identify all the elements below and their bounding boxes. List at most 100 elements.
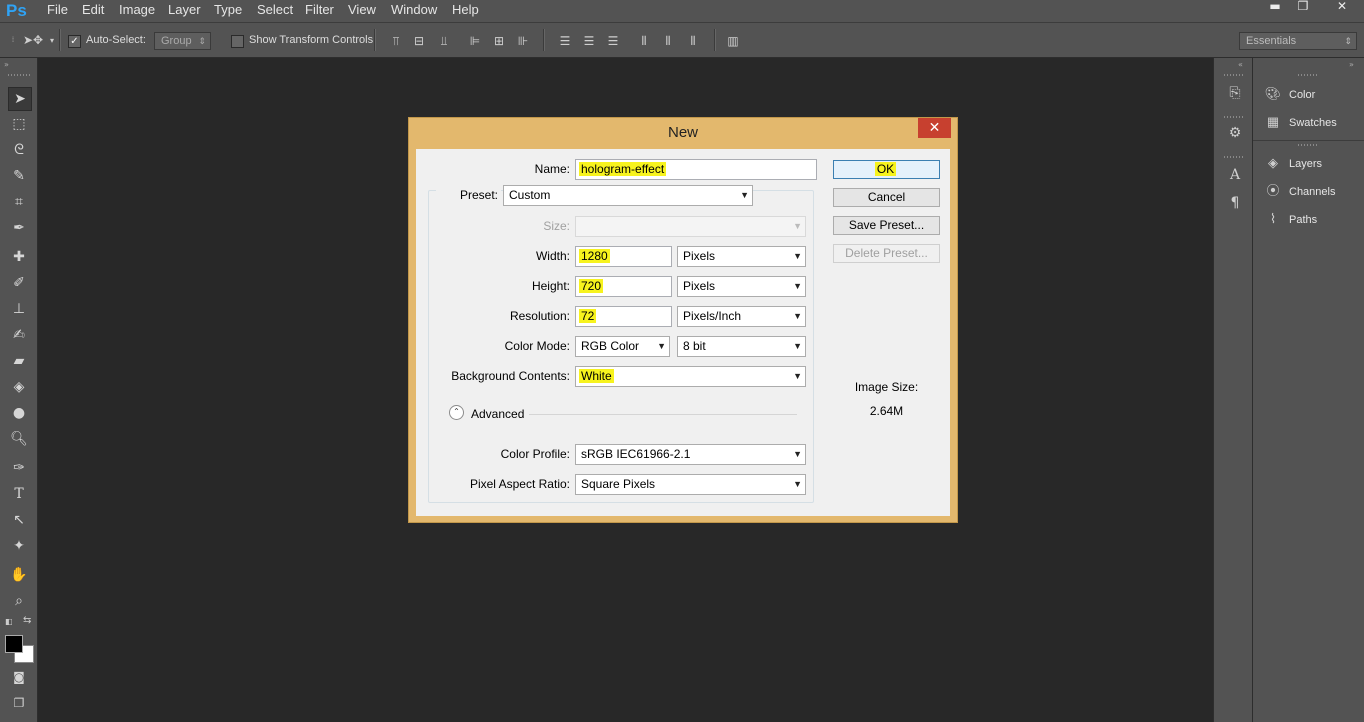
window-close-icon[interactable]: ✕ <box>1325 0 1359 14</box>
menu-layer[interactable]: Layer <box>168 0 201 22</box>
quick-selection-tool-icon[interactable]: ✎ <box>8 165 30 187</box>
auto-align-layers-icon[interactable]: ▥ <box>726 34 740 48</box>
properties-panel-icon[interactable]: ⚙ <box>1226 124 1244 142</box>
pen-tool-icon[interactable]: ✑ <box>8 457 30 479</box>
background-contents-label: Background Contents: <box>451 369 570 383</box>
chevron-down-icon: ▼ <box>657 341 666 351</box>
collapse-icon[interactable]: « <box>1238 60 1243 69</box>
resolution-field[interactable]: 72 <box>575 306 672 327</box>
panel-channels[interactable]: ⦿ Channels <box>1263 180 1335 202</box>
healing-brush-tool-icon[interactable]: ✚ <box>8 246 30 268</box>
panel-paths[interactable]: ⌇ Paths <box>1263 208 1317 230</box>
move-tool-preset-icon[interactable]: ➤✥ <box>22 33 44 47</box>
menu-file[interactable]: File <box>47 0 68 22</box>
color-mode-select[interactable]: RGB Color ▼ <box>575 336 670 357</box>
eyedropper-tool-icon[interactable]: ✒ <box>8 217 30 239</box>
pixel-aspect-select[interactable]: Square Pixels ▼ <box>575 474 806 495</box>
dialog-close-button[interactable]: ✕ <box>918 118 951 138</box>
width-label: Width: <box>535 249 570 263</box>
menu-select[interactable]: Select <box>257 0 293 22</box>
preset-select[interactable]: Custom ▼ <box>503 185 753 206</box>
type-tool-icon[interactable]: T <box>8 483 30 505</box>
paragraph-panel-icon[interactable]: ¶ <box>1226 194 1244 212</box>
new-document-dialog: New ✕ Name: hologram-effect Preset: Cust… <box>408 117 958 523</box>
distribute-left-icon[interactable]: ⦀ <box>637 34 651 48</box>
panel-grip <box>1298 74 1318 76</box>
size-label: Size: <box>543 219 570 233</box>
width-field[interactable]: 1280 <box>575 246 672 267</box>
chevron-down-icon: ▼ <box>793 311 802 321</box>
collapse-icon[interactable]: » <box>4 60 9 69</box>
history-panel-icon[interactable]: ⎘ <box>1226 84 1244 102</box>
advanced-toggle-icon[interactable]: ⌃ <box>449 405 464 420</box>
height-field[interactable]: 720 <box>575 276 672 297</box>
name-field[interactable]: hologram-effect <box>575 159 817 180</box>
align-top-edges-icon[interactable]: ⫪ <box>389 34 403 48</box>
lasso-tool-icon[interactable]: ᘓ <box>8 139 30 161</box>
crop-tool-icon[interactable]: ⌗ <box>8 191 30 213</box>
resolution-unit-select[interactable]: Pixels/Inch ▼ <box>677 306 806 327</box>
distribute-hcenter-icon[interactable]: ⦀ <box>661 34 675 48</box>
zoom-tool-icon[interactable]: ⌕ <box>8 590 30 612</box>
align-bottom-edges-icon[interactable]: ⫫ <box>437 34 451 48</box>
align-vertical-centers-icon[interactable]: ⊟ <box>412 34 426 48</box>
auto-select-label: Auto-Select: <box>86 34 146 46</box>
panel-layers[interactable]: ◈ Layers <box>1263 152 1322 174</box>
bit-depth-select[interactable]: 8 bit ▼ <box>677 336 806 357</box>
brush-tool-icon[interactable]: ✐ <box>8 272 30 294</box>
auto-select-checkbox[interactable]: ✓ <box>68 35 81 48</box>
color-profile-select[interactable]: sRGB IEC61966-2.1 ▼ <box>575 444 806 465</box>
move-tool-icon[interactable]: ➤ <box>8 87 32 111</box>
width-unit-select[interactable]: Pixels ▼ <box>677 246 806 267</box>
show-transform-checkbox[interactable] <box>231 35 244 48</box>
menu-type[interactable]: Type <box>214 0 242 22</box>
panel-swatches[interactable]: ▦ Swatches <box>1263 111 1337 133</box>
menu-filter[interactable]: Filter <box>305 0 334 22</box>
quick-mask-icon[interactable]: ◙ <box>8 666 30 688</box>
menu-help[interactable]: Help <box>452 0 479 22</box>
custom-shape-tool-icon[interactable]: ✦ <box>8 535 30 557</box>
swap-colors-icon[interactable]: ⇆ <box>23 615 31 626</box>
layers-icon: ◈ <box>1268 155 1278 170</box>
align-left-edges-icon[interactable]: ⊫ <box>468 34 482 48</box>
ok-button[interactable]: OK <box>833 160 940 179</box>
dodge-tool-icon[interactable]: 🔍︎ <box>8 428 30 450</box>
chevron-down-icon[interactable]: ▾ <box>45 34 59 48</box>
distribute-top-icon[interactable]: ☰ <box>558 34 572 48</box>
character-panel-icon[interactable]: A <box>1226 166 1244 184</box>
foreground-color-swatch[interactable] <box>5 635 23 653</box>
menu-window[interactable]: Window <box>391 0 437 22</box>
panels-column: » 🎨︎ Color ▦ Swatches ◈ Layers ⦿ Channels ⌇ P… <box>1253 58 1364 722</box>
photoshop-logo: Ps <box>6 1 27 20</box>
menu-view[interactable]: View <box>348 0 376 22</box>
workspace-select[interactable]: Essentials ⇕ <box>1239 32 1357 50</box>
menu-image[interactable]: Image <box>119 0 155 22</box>
separator <box>59 29 61 51</box>
default-colors-icon[interactable]: ◧ <box>5 617 13 626</box>
distribute-right-icon[interactable]: ⦀ <box>686 34 700 48</box>
screen-mode-icon[interactable]: ❐ <box>8 692 30 714</box>
history-brush-tool-icon[interactable]: ✍ <box>8 324 30 346</box>
align-horizontal-centers-icon[interactable]: ⊞ <box>492 34 506 48</box>
collapse-icon[interactable]: » <box>1349 60 1354 69</box>
path-selection-tool-icon[interactable]: ↖ <box>8 509 30 531</box>
distribute-bottom-icon[interactable]: ☰ <box>606 34 620 48</box>
minimize-icon[interactable]: ▬ <box>1262 0 1288 14</box>
distribute-vcenter-icon[interactable]: ☰ <box>582 34 596 48</box>
restore-icon[interactable]: ❐ <box>1290 0 1316 14</box>
clone-stamp-tool-icon[interactable]: ⊥ <box>8 298 30 320</box>
auto-select-target-select[interactable]: Group ⇕ <box>154 32 211 50</box>
height-unit-select[interactable]: Pixels ▼ <box>677 276 806 297</box>
eraser-tool-icon[interactable]: ▰ <box>8 350 30 372</box>
marquee-tool-icon[interactable]: ⬚ <box>8 113 30 135</box>
align-right-edges-icon[interactable]: ⊪ <box>516 34 530 48</box>
blur-tool-icon[interactable]: ● <box>8 402 30 424</box>
paint-bucket-tool-icon[interactable]: ◈ <box>8 376 30 398</box>
panel-grip <box>1224 74 1244 76</box>
panel-color[interactable]: 🎨︎ Color <box>1263 83 1316 105</box>
menu-edit[interactable]: Edit <box>82 0 104 22</box>
hand-tool-icon[interactable]: ✋ <box>8 564 30 586</box>
background-contents-select[interactable]: White ▼ <box>575 366 806 387</box>
cancel-button[interactable]: Cancel <box>833 188 940 207</box>
save-preset-button[interactable]: Save Preset... <box>833 216 940 235</box>
